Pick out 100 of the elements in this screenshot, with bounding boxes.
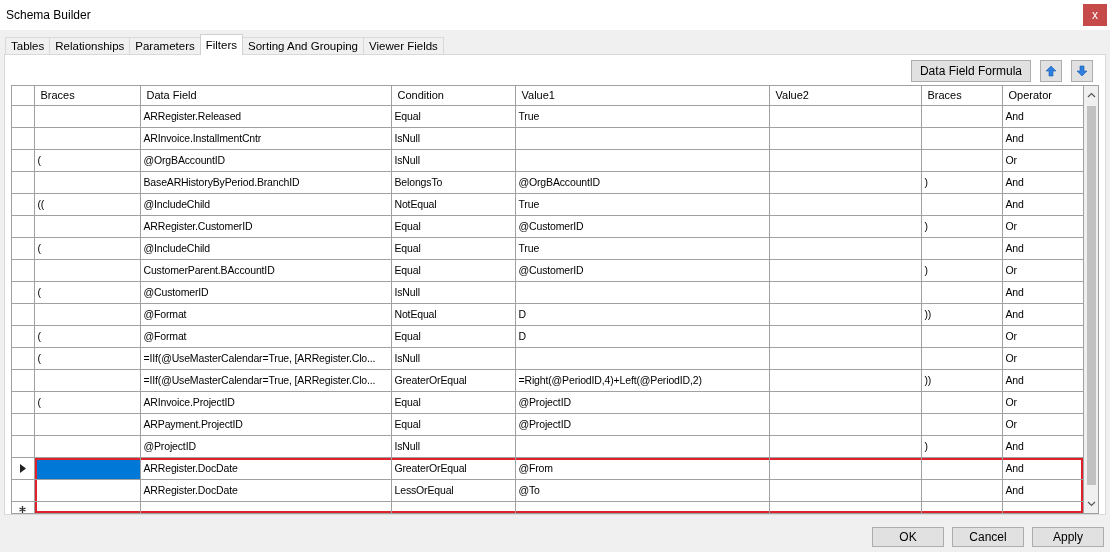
table-cell: (	[34, 237, 140, 260]
dialog-button[interactable]: Cancel	[952, 527, 1024, 547]
table-cell: Equal	[391, 105, 515, 128]
table-cell: Equal	[391, 325, 515, 348]
table-cell: And	[1002, 435, 1083, 458]
column-header[interactable]: Condition	[391, 85, 515, 106]
current-row-icon	[19, 463, 26, 473]
table-cell: ARRegister.DocDate	[140, 457, 391, 480]
tab[interactable]: Sorting And Grouping	[242, 37, 364, 54]
table-cell: ARInvoice.InstallmentCntr	[140, 127, 391, 150]
table-cell: D	[515, 303, 769, 326]
table-cell: Or	[1002, 215, 1083, 238]
table-cell: Equal	[391, 259, 515, 282]
table-cell: CustomerParent.BAccountID	[140, 259, 391, 282]
table-cell: BelongsTo	[391, 171, 515, 194]
column-header[interactable]: Operator	[1002, 85, 1083, 106]
table-cell: ARRegister.Released	[140, 105, 391, 128]
table-cell: NotEqual	[391, 193, 515, 216]
column-header[interactable]: Braces	[34, 85, 140, 106]
table-cell: )	[921, 171, 1002, 194]
table-cell: Or	[1002, 259, 1083, 282]
table-cell: Or	[1002, 391, 1083, 414]
table-cell: @CustomerID	[515, 259, 769, 282]
table-cell: Equal	[391, 237, 515, 260]
table-cell: @From	[515, 457, 769, 480]
table-cell: Equal	[391, 391, 515, 414]
table-cell: And	[1002, 127, 1083, 150]
table-cell: (	[34, 347, 140, 370]
tab[interactable]: Viewer Fields	[363, 37, 444, 54]
table-cell: IsNull	[391, 347, 515, 370]
table-cell: ARInvoice.ProjectID	[140, 391, 391, 414]
table-cell: (	[34, 325, 140, 348]
table-cell: =Right(@PeriodID,4)+Left(@PeriodID,2)	[515, 369, 769, 392]
table-cell: ARRegister.CustomerID	[140, 215, 391, 238]
table-cell: (	[34, 281, 140, 304]
dialog-button[interactable]: OK	[872, 527, 944, 547]
table-cell: GreaterOrEqual	[391, 457, 515, 480]
table-cell: Or	[1002, 413, 1083, 436]
row-header[interactable]	[12, 457, 34, 480]
move-up-button[interactable]	[1040, 60, 1062, 82]
tab[interactable]: Relationships	[49, 37, 131, 54]
table-cell: )	[921, 259, 1002, 282]
table-cell: @To	[515, 479, 769, 502]
table-cell: (	[34, 149, 140, 172]
table-cell: And	[1002, 237, 1083, 260]
table-cell: And	[1002, 105, 1083, 128]
table-cell: @Format	[140, 325, 391, 348]
table-cell: )	[921, 435, 1002, 458]
close-button[interactable]: x	[1083, 4, 1107, 26]
table-cell: ((	[34, 193, 140, 216]
tab[interactable]: Tables	[5, 37, 51, 54]
scroll-up-icon[interactable]	[1086, 91, 1096, 98]
table-cell: ))	[921, 369, 1002, 392]
column-header[interactable]: Data Field	[140, 85, 391, 106]
table-cell: @ProjectID	[140, 435, 391, 458]
table-cell: And	[1002, 193, 1083, 216]
table-cell: Equal	[391, 215, 515, 238]
table-cell: (	[34, 391, 140, 414]
table-cell: @CustomerID	[515, 215, 769, 238]
table-cell: IsNull	[391, 281, 515, 304]
table-cell: @OrgBAccountID	[515, 171, 769, 194]
dialog-button[interactable]: Apply	[1032, 527, 1104, 547]
data-field-formula-button[interactable]: Data Field Formula	[910, 60, 1031, 82]
up-arrow-icon	[1045, 65, 1057, 77]
table-cell: @ProjectID	[515, 413, 769, 436]
column-header[interactable]: Braces	[921, 85, 1002, 106]
table-cell: =IIf(@UseMasterCalendar=True, [ARRegister.Clo...	[140, 369, 391, 392]
column-header[interactable]: Value1	[515, 85, 769, 106]
table-cell: And	[1002, 303, 1083, 326]
table-cell: And	[1002, 457, 1083, 480]
table-cell: And	[1002, 369, 1083, 392]
table-cell: And	[1002, 479, 1083, 502]
table-cell: GreaterOrEqual	[391, 369, 515, 392]
table-cell: )	[921, 215, 1002, 238]
table-cell: LessOrEqual	[391, 479, 515, 502]
table-cell: NotEqual	[391, 303, 515, 326]
tab[interactable]: Filters	[199, 34, 244, 55]
table-cell: True	[515, 193, 769, 216]
table-cell: IsNull	[391, 435, 515, 458]
table-cell: D	[515, 325, 769, 348]
move-down-button[interactable]	[1071, 60, 1093, 82]
new-row-icon	[19, 505, 27, 513]
table-cell: Or	[1002, 347, 1083, 370]
table-cell: @Format	[140, 303, 391, 326]
table-cell: Equal	[391, 413, 515, 436]
window-title: Schema Builder	[6, 8, 91, 22]
table-cell: Or	[1002, 325, 1083, 348]
table-cell: IsNull	[391, 127, 515, 150]
down-arrow-icon	[1076, 65, 1088, 77]
table-cell: BaseARHistoryByPeriod.BranchID	[140, 171, 391, 194]
table-cell: =IIf(@UseMasterCalendar=True, [ARRegister.Clo...	[140, 347, 391, 370]
table-cell: Or	[1002, 149, 1083, 172]
table-cell: ARPayment.ProjectID	[140, 413, 391, 436]
table-cell: ))	[921, 303, 1002, 326]
table-cell: @ProjectID	[515, 391, 769, 414]
table-cell: And	[1002, 171, 1083, 194]
column-header[interactable]: Value2	[769, 85, 921, 106]
table-cell: @OrgBAccountID	[140, 149, 391, 172]
scroll-down-icon[interactable]	[1086, 501, 1096, 507]
table-cell: ARRegister.DocDate	[140, 479, 391, 502]
